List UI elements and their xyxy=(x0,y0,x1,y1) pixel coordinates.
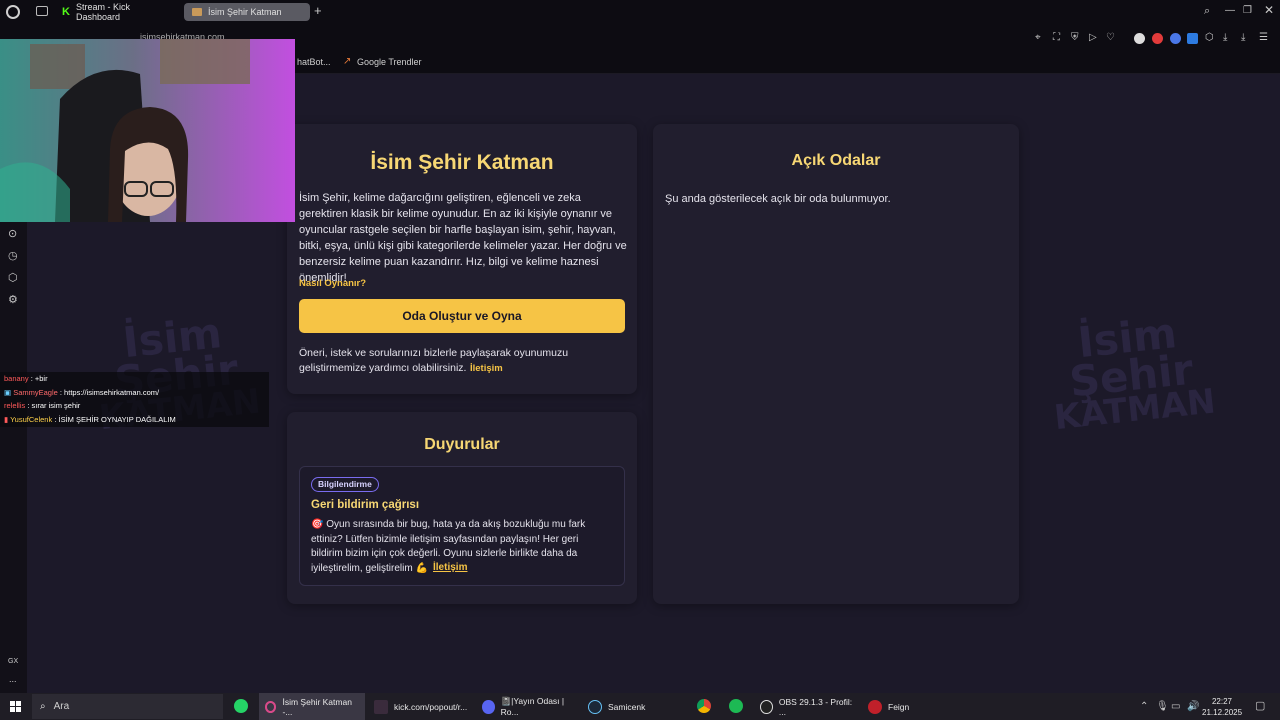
trend-icon: ↗ xyxy=(343,56,352,67)
workspaces-icon[interactable] xyxy=(36,6,48,16)
player-icon[interactable]: ▷ xyxy=(1089,32,1097,44)
search-placeholder: Ara xyxy=(53,701,70,712)
more-icon[interactable]: ... xyxy=(9,674,17,684)
browser-tab-bar: K Stream - Kick Dashboard İsim Şehir Kat… xyxy=(0,0,1280,24)
chat-message: banany : +bir xyxy=(4,374,48,383)
discord-icon xyxy=(482,699,495,714)
spotify-icon[interactable] xyxy=(729,699,743,713)
extensions-icon[interactable]: ⬡ xyxy=(1205,32,1214,44)
tab-kick-dashboard[interactable]: K Stream - Kick Dashboard xyxy=(54,2,179,22)
badge-icon: ▣ xyxy=(4,387,12,397)
notifications-icon[interactable]: ▢ xyxy=(1255,700,1265,712)
watermark-right: İsim Şehir KATMAN xyxy=(1052,308,1218,438)
settings-gear-icon[interactable]: ⚙ xyxy=(8,294,18,306)
windows-start-icon[interactable] xyxy=(10,701,21,712)
snapshot-icon[interactable]: ⌖ xyxy=(1035,32,1041,44)
player-icon[interactable]: ⊙ xyxy=(8,228,17,240)
menu-icon[interactable]: ☰ xyxy=(1259,32,1268,44)
taskbar-item-feign[interactable]: Feign xyxy=(862,693,962,720)
microphone-icon[interactable]: 🎙 xyxy=(1156,701,1169,713)
contact-link[interactable]: İletişim xyxy=(470,363,503,374)
taskbar-search[interactable]: ⌕ Ara xyxy=(32,694,223,719)
taskbar-clock[interactable]: 22:27 21.12.2025 xyxy=(1202,696,1242,718)
kick-popout-icon xyxy=(374,699,388,714)
announcements-title: Duyurular xyxy=(424,436,500,453)
close-window-icon[interactable]: ✕ xyxy=(1264,4,1274,16)
clock-date: 21.12.2025 xyxy=(1202,708,1243,717)
browser-sidebar: ⊙ ◷ ⬡ ⚙ GX ... xyxy=(0,222,27,693)
announcement-contact-link[interactable]: İletişim xyxy=(433,562,467,573)
clock-time: 22:27 xyxy=(1211,697,1233,706)
taskbar-item-obs[interactable]: OBS 29.1.3 - Profil: ... xyxy=(754,693,860,720)
restore-icon[interactable]: ❐ xyxy=(1243,5,1252,17)
heart-icon[interactable]: ♡ xyxy=(1106,32,1115,44)
bookmark-google-trends[interactable]: Google Trendler xyxy=(357,57,422,67)
taskbar-item-discord[interactable]: 📓|Yayın Odası | Ro... xyxy=(476,693,582,720)
browser-logo-icon[interactable] xyxy=(6,5,20,19)
steam-icon xyxy=(588,699,602,714)
chrome-icon[interactable] xyxy=(697,699,711,713)
page-title: İsim Şehir Katman xyxy=(370,151,554,174)
network-icon[interactable]: ▭ xyxy=(1171,701,1180,713)
shield-icon[interactable]: ⛨ xyxy=(1071,32,1079,44)
create-room-button[interactable]: Oda Oluştur ve Oyna xyxy=(299,299,625,333)
extension-1-icon[interactable] xyxy=(1134,33,1145,44)
gx-label[interactable]: GX xyxy=(8,658,18,665)
download-icon[interactable]: ⤓ xyxy=(1223,32,1227,44)
tab-label: İsim Şehir Katman xyxy=(208,7,282,17)
taskbar-item-kick[interactable]: kick.com/popout/r... xyxy=(368,693,474,720)
stream-chat-overlay: banany : +bir ▣ SammyEagle : https://isi… xyxy=(0,372,269,427)
chat-message: ▣ SammyEagle : https://isimsehirkatman.c… xyxy=(4,387,160,397)
badge-icon: ▮ xyxy=(4,414,9,424)
screenshot-icon[interactable]: ⛶ xyxy=(1053,32,1060,44)
open-rooms-title: Açık Odalar xyxy=(791,152,881,169)
announcement-item: Bilgilendirme Geri bildirim çağrısı 🎯 Oy… xyxy=(299,466,625,586)
opera-gx-icon xyxy=(265,700,277,713)
taskbar-item-steam[interactable]: Samicenk xyxy=(582,693,688,720)
tab-label: Stream - Kick Dashboard xyxy=(75,2,130,22)
announcement-heading: Geri bildirim çağrısı xyxy=(311,499,420,511)
no-rooms-text: Şu anda gösterilecek açık bir oda bulunm… xyxy=(665,193,891,205)
feign-icon xyxy=(868,699,882,714)
bookmark-chatbot[interactable]: hatBot... xyxy=(297,57,331,67)
search-tabs-icon[interactable]: ⌕ xyxy=(1204,5,1210,17)
tray-chevron-icon[interactable]: ⌃ xyxy=(1140,701,1148,713)
search-icon: ⌕ xyxy=(40,701,46,712)
webcam-overlay xyxy=(0,39,295,222)
chat-message: relellis : sırar isim şehir xyxy=(4,401,81,410)
game-description: İsim Şehir, kelime dağarcığını geliştire… xyxy=(299,192,627,284)
how-to-play-link[interactable]: Nasıl Oynanır? xyxy=(299,278,366,289)
taskbar-item-browser[interactable]: İsim Şehir Katman -... xyxy=(259,693,365,720)
extensions-icon[interactable]: ⬡ xyxy=(8,272,18,284)
info-badge: Bilgilendirme xyxy=(311,477,379,492)
minimize-icon[interactable]: — xyxy=(1225,5,1235,17)
downloads-icon[interactable]: ⤓ xyxy=(1241,32,1245,44)
volume-icon[interactable]: 🔊 xyxy=(1187,701,1199,713)
taskbar: ⌕ Ara İsim Şehir Katman -... kick.com/po… xyxy=(0,693,1280,720)
kick-icon: K xyxy=(62,6,70,18)
new-tab-icon[interactable]: + xyxy=(314,4,322,17)
extension-3-icon[interactable] xyxy=(1170,33,1181,44)
obs-icon xyxy=(760,699,773,714)
webcam-image xyxy=(0,39,295,222)
extension-4-icon[interactable] xyxy=(1187,33,1198,44)
whatsapp-icon[interactable] xyxy=(234,699,248,713)
history-icon[interactable]: ◷ xyxy=(8,250,18,262)
extension-2-icon[interactable] xyxy=(1152,33,1163,44)
chat-message: ▮ YusufCelenk : İSİM ŞEHİR OYNAYIP DAĞIL… xyxy=(4,414,176,424)
tab-isim-sehir-katman[interactable]: İsim Şehir Katman xyxy=(184,3,310,21)
site-favicon-icon xyxy=(192,8,202,16)
feedback-text: Öneri, istek ve sorularınızı bizlerle pa… xyxy=(299,347,569,374)
